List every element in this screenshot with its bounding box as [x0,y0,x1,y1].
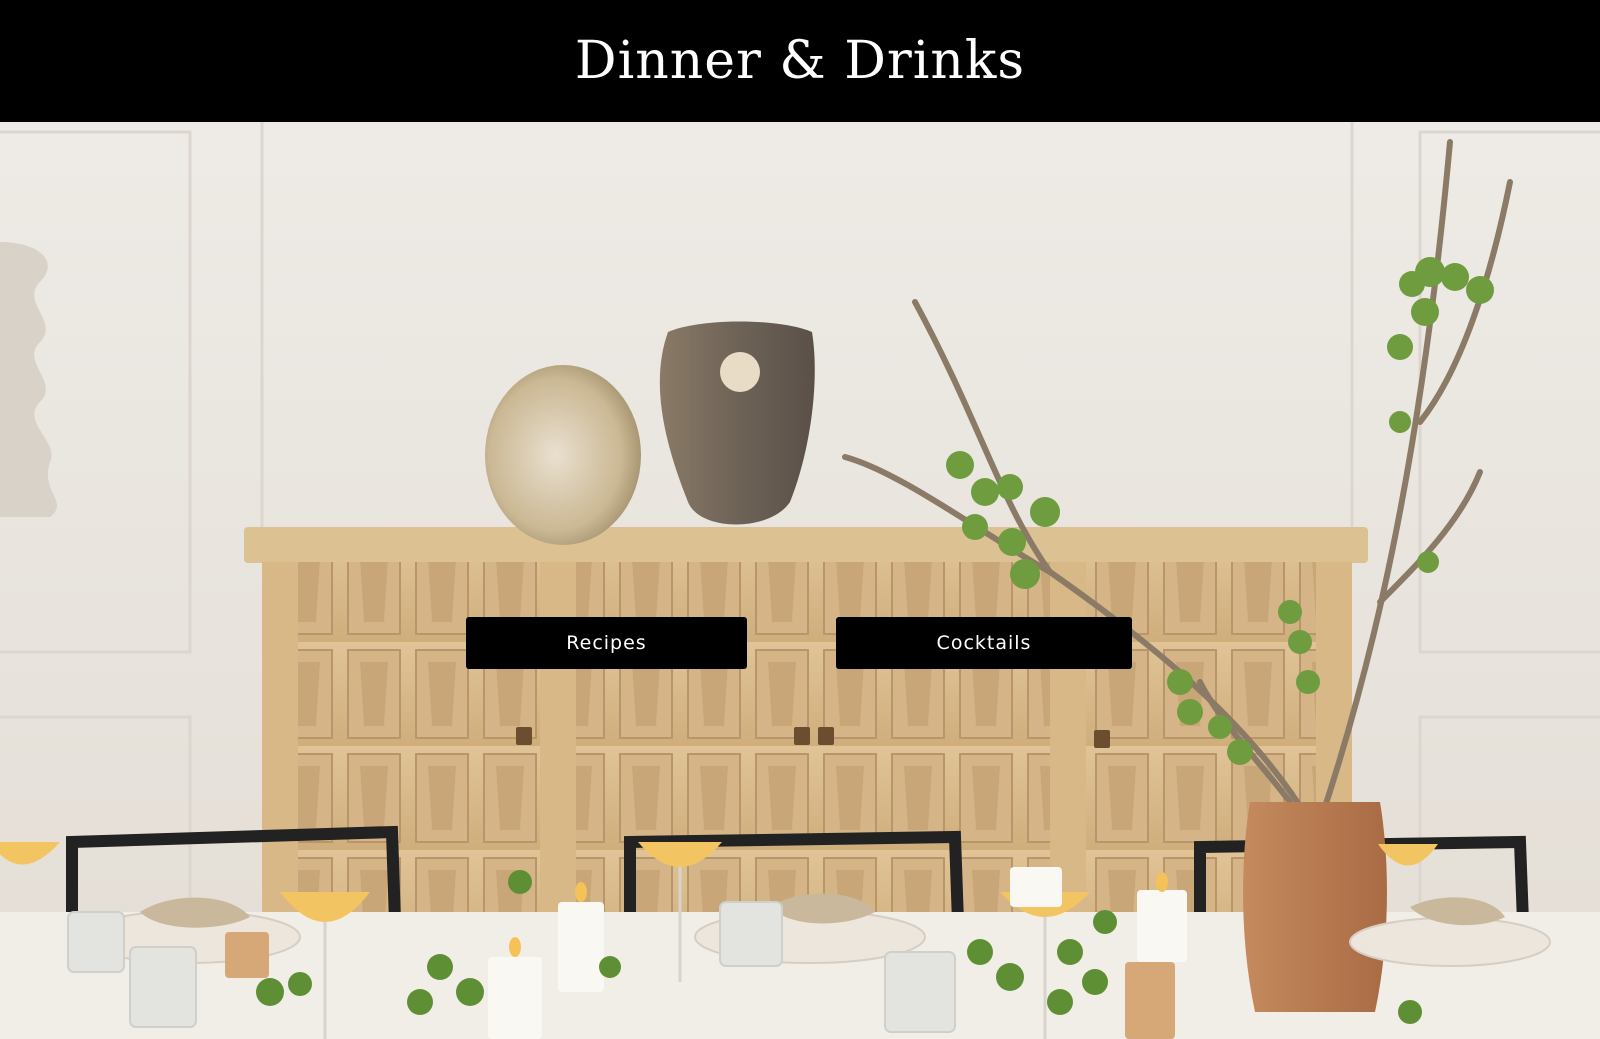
cocktails-button[interactable]: Cocktails [836,617,1132,669]
recipes-button[interactable]: Recipes [466,617,747,669]
hero-image [0,122,1600,1039]
dining-scene-illustration [0,122,1600,1039]
page-title: Dinner & Drinks [574,31,1026,91]
page-header: Dinner & Drinks [0,0,1600,122]
